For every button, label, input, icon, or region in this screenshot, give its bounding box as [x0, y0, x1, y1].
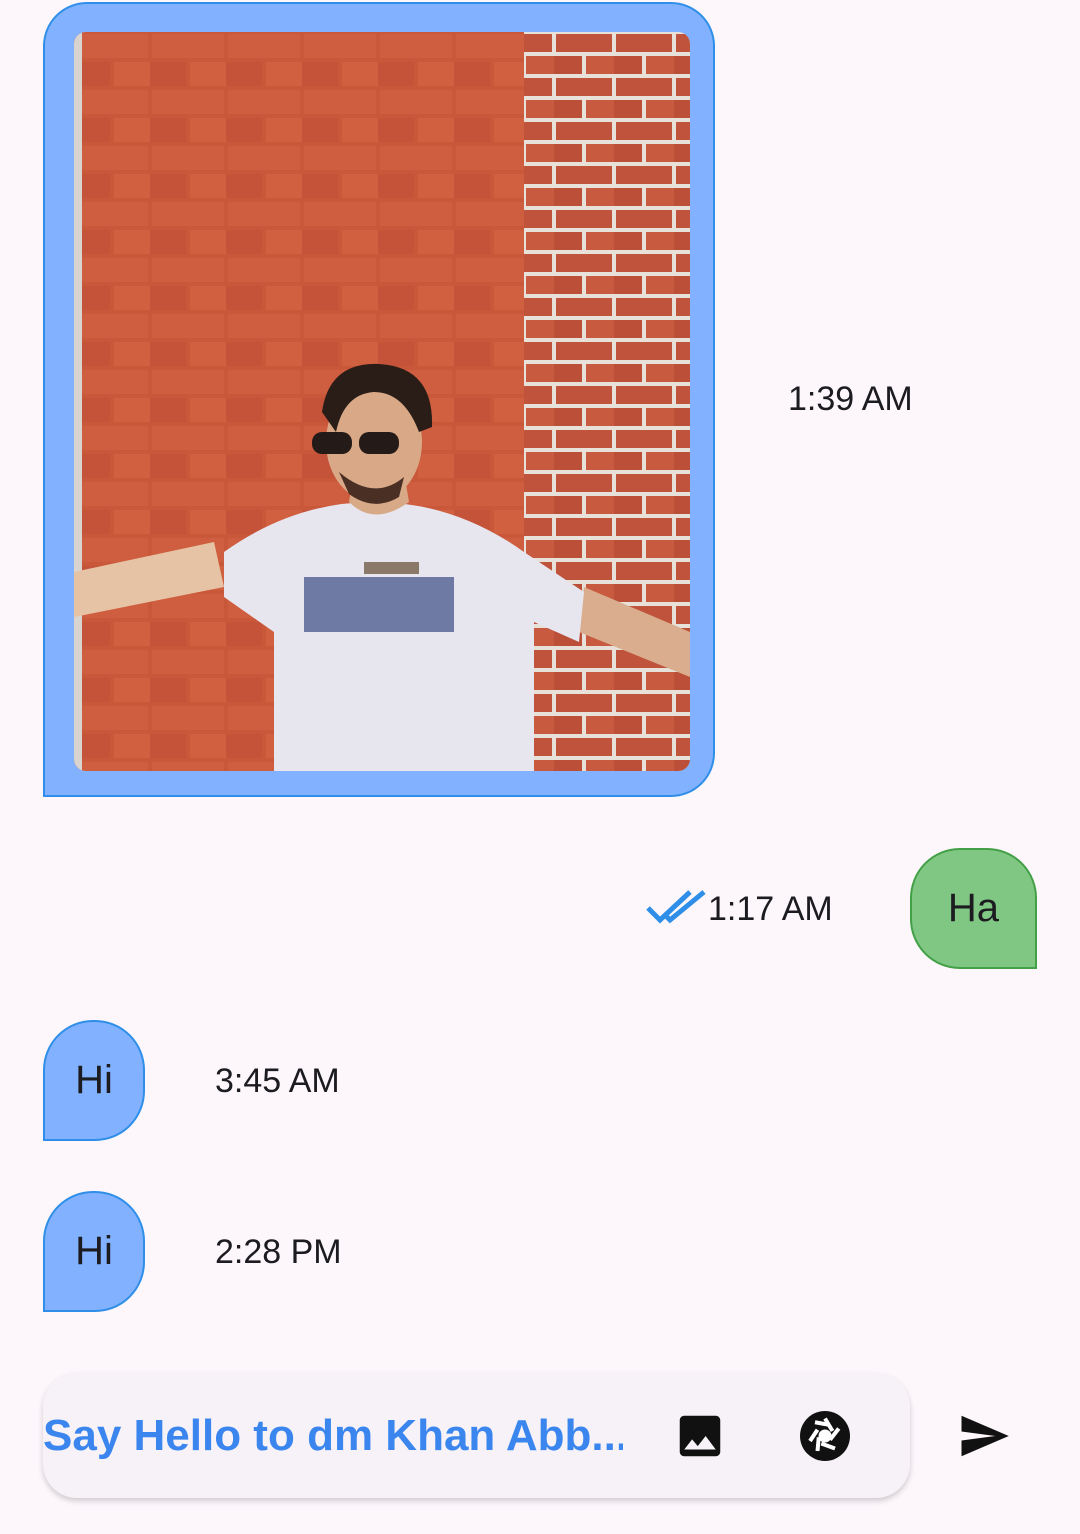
received-message-time: 3:45 AM [215, 1062, 340, 1100]
image-message-time: 1:39 AM [788, 380, 913, 418]
sent-message-bubble[interactable]: Ha [910, 848, 1037, 969]
camera-shutter-icon[interactable] [790, 1401, 860, 1471]
chat-screen: 1:39 AM 1:17 AM Ha Hi 3:45 AM Hi 2:28 PM [0, 0, 1080, 1534]
received-message-text: Hi [75, 1229, 113, 1273]
received-message-time: 2:28 PM [215, 1233, 342, 1271]
received-message-bubble[interactable]: Hi [43, 1191, 145, 1312]
double-check-icon [646, 890, 706, 924]
sent-message-text: Ha [947, 886, 1000, 930]
image-message-bubble[interactable] [43, 2, 715, 797]
shared-photo[interactable] [74, 32, 690, 771]
message-input[interactable] [43, 1373, 623, 1498]
image-icon[interactable] [665, 1401, 735, 1471]
received-message-text: Hi [75, 1058, 113, 1102]
message-composer [43, 1373, 910, 1498]
send-icon[interactable] [948, 1400, 1020, 1472]
sent-message-time: 1:17 AM [708, 890, 833, 928]
received-message-bubble[interactable]: Hi [43, 1020, 145, 1141]
